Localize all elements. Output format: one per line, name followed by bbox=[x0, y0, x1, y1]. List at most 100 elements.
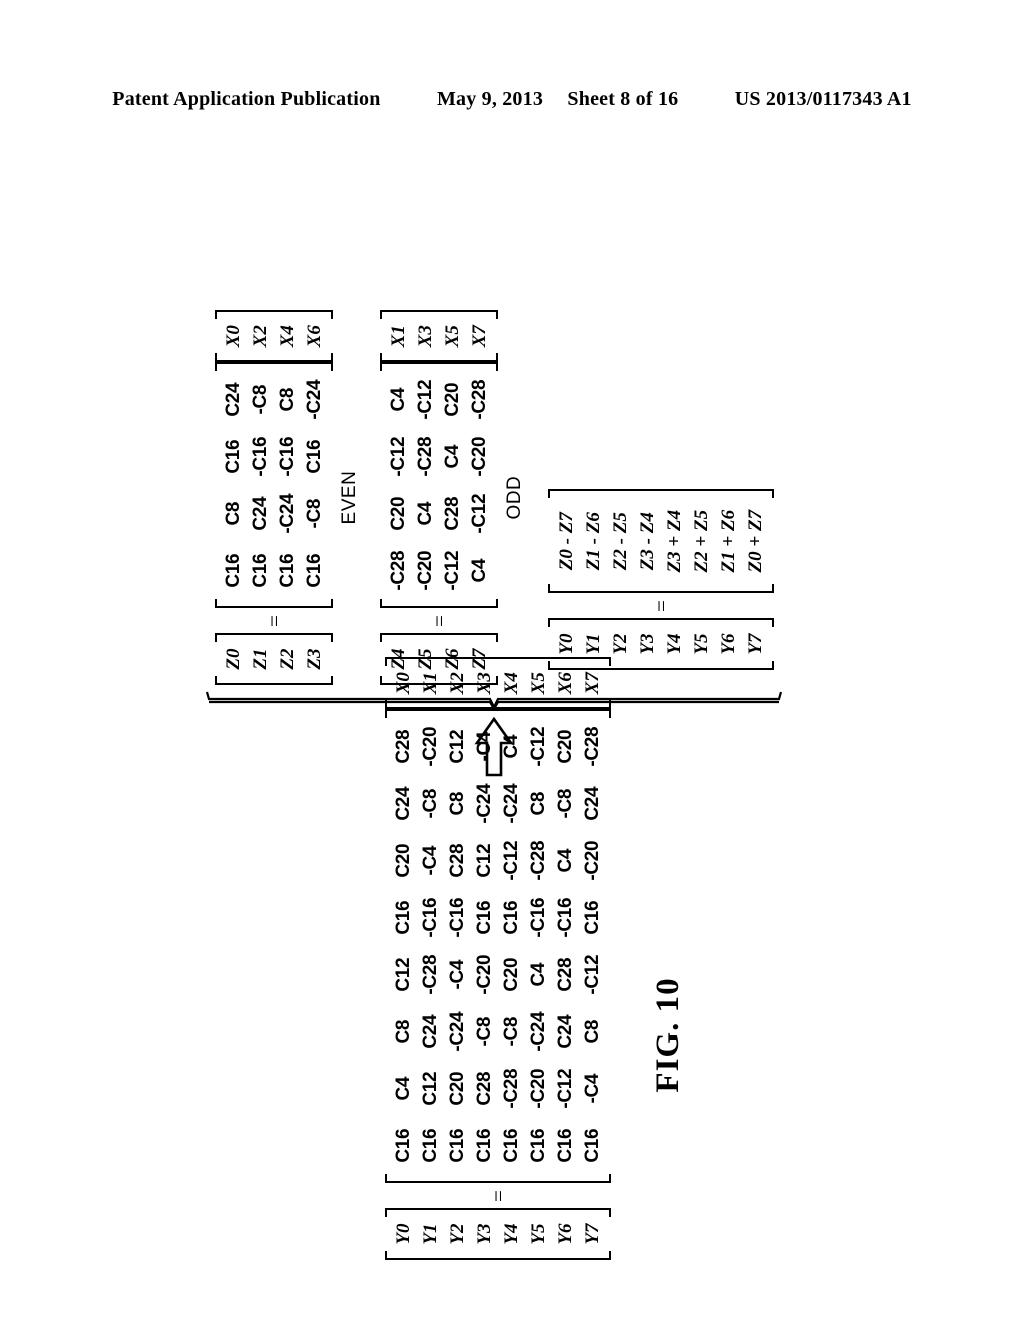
full-rhs-2: X2 bbox=[447, 672, 468, 695]
even-cell-3-1: -C8 bbox=[304, 498, 325, 529]
even-rhs-0: X0 bbox=[223, 325, 244, 348]
combine-rhs-4: Z3 + Z4 bbox=[664, 509, 685, 573]
combine-lhs-5: Y5 bbox=[691, 633, 712, 655]
odd-cell-3-1: -C12 bbox=[469, 493, 490, 534]
full-cell-0-7: C28 bbox=[393, 729, 414, 764]
full-cell-4-0: C16 bbox=[501, 1128, 522, 1163]
full-rhs-vector: X0 X1 X2 X3 X4 X5 X6 X7 bbox=[385, 657, 611, 709]
header-patent-number: US 2013/0117343 A1 bbox=[734, 88, 912, 110]
full-cell-2-0: C16 bbox=[447, 1128, 468, 1163]
full-cell-2-3: -C4 bbox=[447, 959, 468, 990]
combine-rhs-6: Z1 + Z6 bbox=[718, 509, 739, 573]
even-transform-block: Z0 Z1 Z2 Z3 = C16 C8 C16 C24 C16 C24 -C1… bbox=[215, 310, 361, 685]
full-cell-0-3: C12 bbox=[393, 957, 414, 992]
even-lhs-2: Z2 bbox=[277, 648, 298, 670]
odd-cell-3-0: C4 bbox=[469, 558, 490, 583]
combine-rhs-vector: Z0 - Z7 Z1 - Z6 Z2 - Z5 Z3 - Z4 Z3 + Z4 … bbox=[548, 489, 774, 593]
full-cell-7-2: C8 bbox=[582, 1019, 603, 1044]
even-matrix-row: C16 C24 -C16 -C8 bbox=[247, 371, 274, 599]
combine-lhs-4: Y4 bbox=[664, 633, 685, 655]
odd-cell-1-1: C4 bbox=[415, 501, 436, 526]
full-cell-3-4: C16 bbox=[474, 900, 495, 935]
figure-10: Z0 Z1 Z2 Z3 = C16 C8 C16 C24 C16 C24 -C1… bbox=[0, 150, 1024, 1280]
even-matrix-row: C16 -C8 C16 -C24 bbox=[301, 371, 328, 599]
full-cell-7-0: C16 bbox=[582, 1128, 603, 1163]
full-cell-2-6: C8 bbox=[447, 791, 468, 816]
full-cell-6-1: -C12 bbox=[555, 1068, 576, 1109]
full-rhs-7: X7 bbox=[582, 672, 603, 695]
odd-cell-0-0: -C28 bbox=[388, 550, 409, 591]
even-cell-0-0: C16 bbox=[223, 553, 244, 588]
full-matrix: C16 C4 C8 C12 C16 C20 C24 C28 C16 C12 C2… bbox=[385, 709, 611, 1183]
full-cell-4-2: -C8 bbox=[501, 1016, 522, 1047]
full-cell-6-5: C4 bbox=[555, 848, 576, 873]
odd-rhs-2: X5 bbox=[442, 325, 463, 348]
full-cell-6-0: C16 bbox=[555, 1128, 576, 1163]
even-cell-1-2: -C16 bbox=[250, 436, 271, 477]
full-cell-6-6: -C8 bbox=[555, 788, 576, 819]
full-cell-2-4: -C16 bbox=[447, 897, 468, 938]
odd-equals: = bbox=[426, 615, 451, 627]
full-cell-6-3: C28 bbox=[555, 957, 576, 992]
header-publication: Patent Application Publication bbox=[112, 88, 381, 110]
full-cell-5-0: C16 bbox=[528, 1128, 549, 1163]
full-matrix-row: C16 -C4 C8 -C12 C16 -C20 C24 -C28 bbox=[579, 718, 606, 1174]
odd-matrix-row: -C20 C4 -C28 -C12 bbox=[412, 371, 439, 599]
even-cell-2-1: -C24 bbox=[277, 493, 298, 534]
even-lhs-vector: Z0 Z1 Z2 Z3 bbox=[215, 633, 333, 685]
even-cell-0-1: C8 bbox=[223, 501, 244, 526]
full-equals: = bbox=[485, 1190, 510, 1202]
even-label: EVEN bbox=[339, 470, 360, 525]
even-cell-3-2: C16 bbox=[304, 439, 325, 474]
full-cell-7-3: -C12 bbox=[582, 954, 603, 995]
full-cell-0-4: C16 bbox=[393, 900, 414, 935]
combine-lhs-0: Y0 bbox=[556, 633, 577, 655]
even-cell-2-2: -C16 bbox=[277, 436, 298, 477]
combine-block: Y0 Y1 Y2 Y3 Y4 Y5 Y6 Y7 = Z0 - Z7 Z1 - Z… bbox=[548, 489, 774, 670]
full-cell-5-6: C8 bbox=[528, 791, 549, 816]
odd-cell-0-1: C20 bbox=[388, 496, 409, 531]
full-cell-1-5: -C4 bbox=[420, 845, 441, 876]
full-cell-5-4: -C16 bbox=[528, 897, 549, 938]
odd-cell-0-2: -C12 bbox=[388, 436, 409, 477]
full-cell-7-1: -C4 bbox=[582, 1073, 603, 1104]
combine-rhs-3: Z3 - Z4 bbox=[637, 512, 658, 571]
even-matrix-row: C16 C8 C16 C24 bbox=[220, 371, 247, 599]
full-rhs-1: X1 bbox=[420, 672, 441, 695]
full-cell-2-5: C28 bbox=[447, 843, 468, 878]
even-cell-0-3: C24 bbox=[223, 382, 244, 417]
full-cell-4-1: -C28 bbox=[501, 1068, 522, 1109]
full-cell-1-1: C12 bbox=[420, 1071, 441, 1106]
full-cell-5-7: -C12 bbox=[528, 726, 549, 767]
full-lhs-2: Y2 bbox=[447, 1223, 468, 1245]
even-rhs-1: X2 bbox=[250, 325, 271, 348]
even-lhs-0: Z0 bbox=[223, 648, 244, 670]
even-rhs-3: X6 bbox=[304, 325, 325, 348]
full-cell-3-5: C12 bbox=[474, 843, 495, 878]
full-cell-7-6: C24 bbox=[582, 786, 603, 821]
even-rhs-vector: X0 X2 X4 X6 bbox=[215, 310, 333, 362]
even-cell-2-3: C8 bbox=[277, 387, 298, 412]
combine-rhs-7: Z0 + Z7 bbox=[745, 509, 766, 573]
odd-rhs-vector: X1 X3 X5 X7 bbox=[380, 310, 498, 362]
full-cell-3-2: -C8 bbox=[474, 1016, 495, 1047]
full-cell-1-2: C24 bbox=[420, 1014, 441, 1049]
combine-lhs-2: Y2 bbox=[610, 633, 631, 655]
full-rhs-6: X6 bbox=[555, 672, 576, 695]
full-equation: Y0 Y1 Y2 Y3 Y4 Y5 Y6 Y7 = C16 C4 C8 C12 … bbox=[385, 657, 611, 1260]
even-lhs-3: Z3 bbox=[304, 648, 325, 670]
full-lhs-5: Y5 bbox=[528, 1223, 549, 1245]
full-cell-6-2: C24 bbox=[555, 1014, 576, 1049]
full-cell-2-1: C20 bbox=[447, 1071, 468, 1106]
figure-caption-text: FIG. 10 bbox=[650, 977, 686, 1093]
full-cell-1-4: -C16 bbox=[420, 897, 441, 938]
full-cell-5-1: -C20 bbox=[528, 1068, 549, 1109]
full-cell-3-1: C28 bbox=[474, 1071, 495, 1106]
combine-rhs-0: Z0 - Z7 bbox=[556, 512, 577, 571]
full-cell-5-2: -C24 bbox=[528, 1011, 549, 1052]
even-cell-3-0: C16 bbox=[304, 553, 325, 588]
page-header: Patent Application Publication May 9, 20… bbox=[0, 88, 1024, 111]
even-lhs-1: Z1 bbox=[250, 648, 271, 670]
combine-equals: = bbox=[648, 600, 673, 612]
combine-lhs-3: Y3 bbox=[637, 633, 658, 655]
